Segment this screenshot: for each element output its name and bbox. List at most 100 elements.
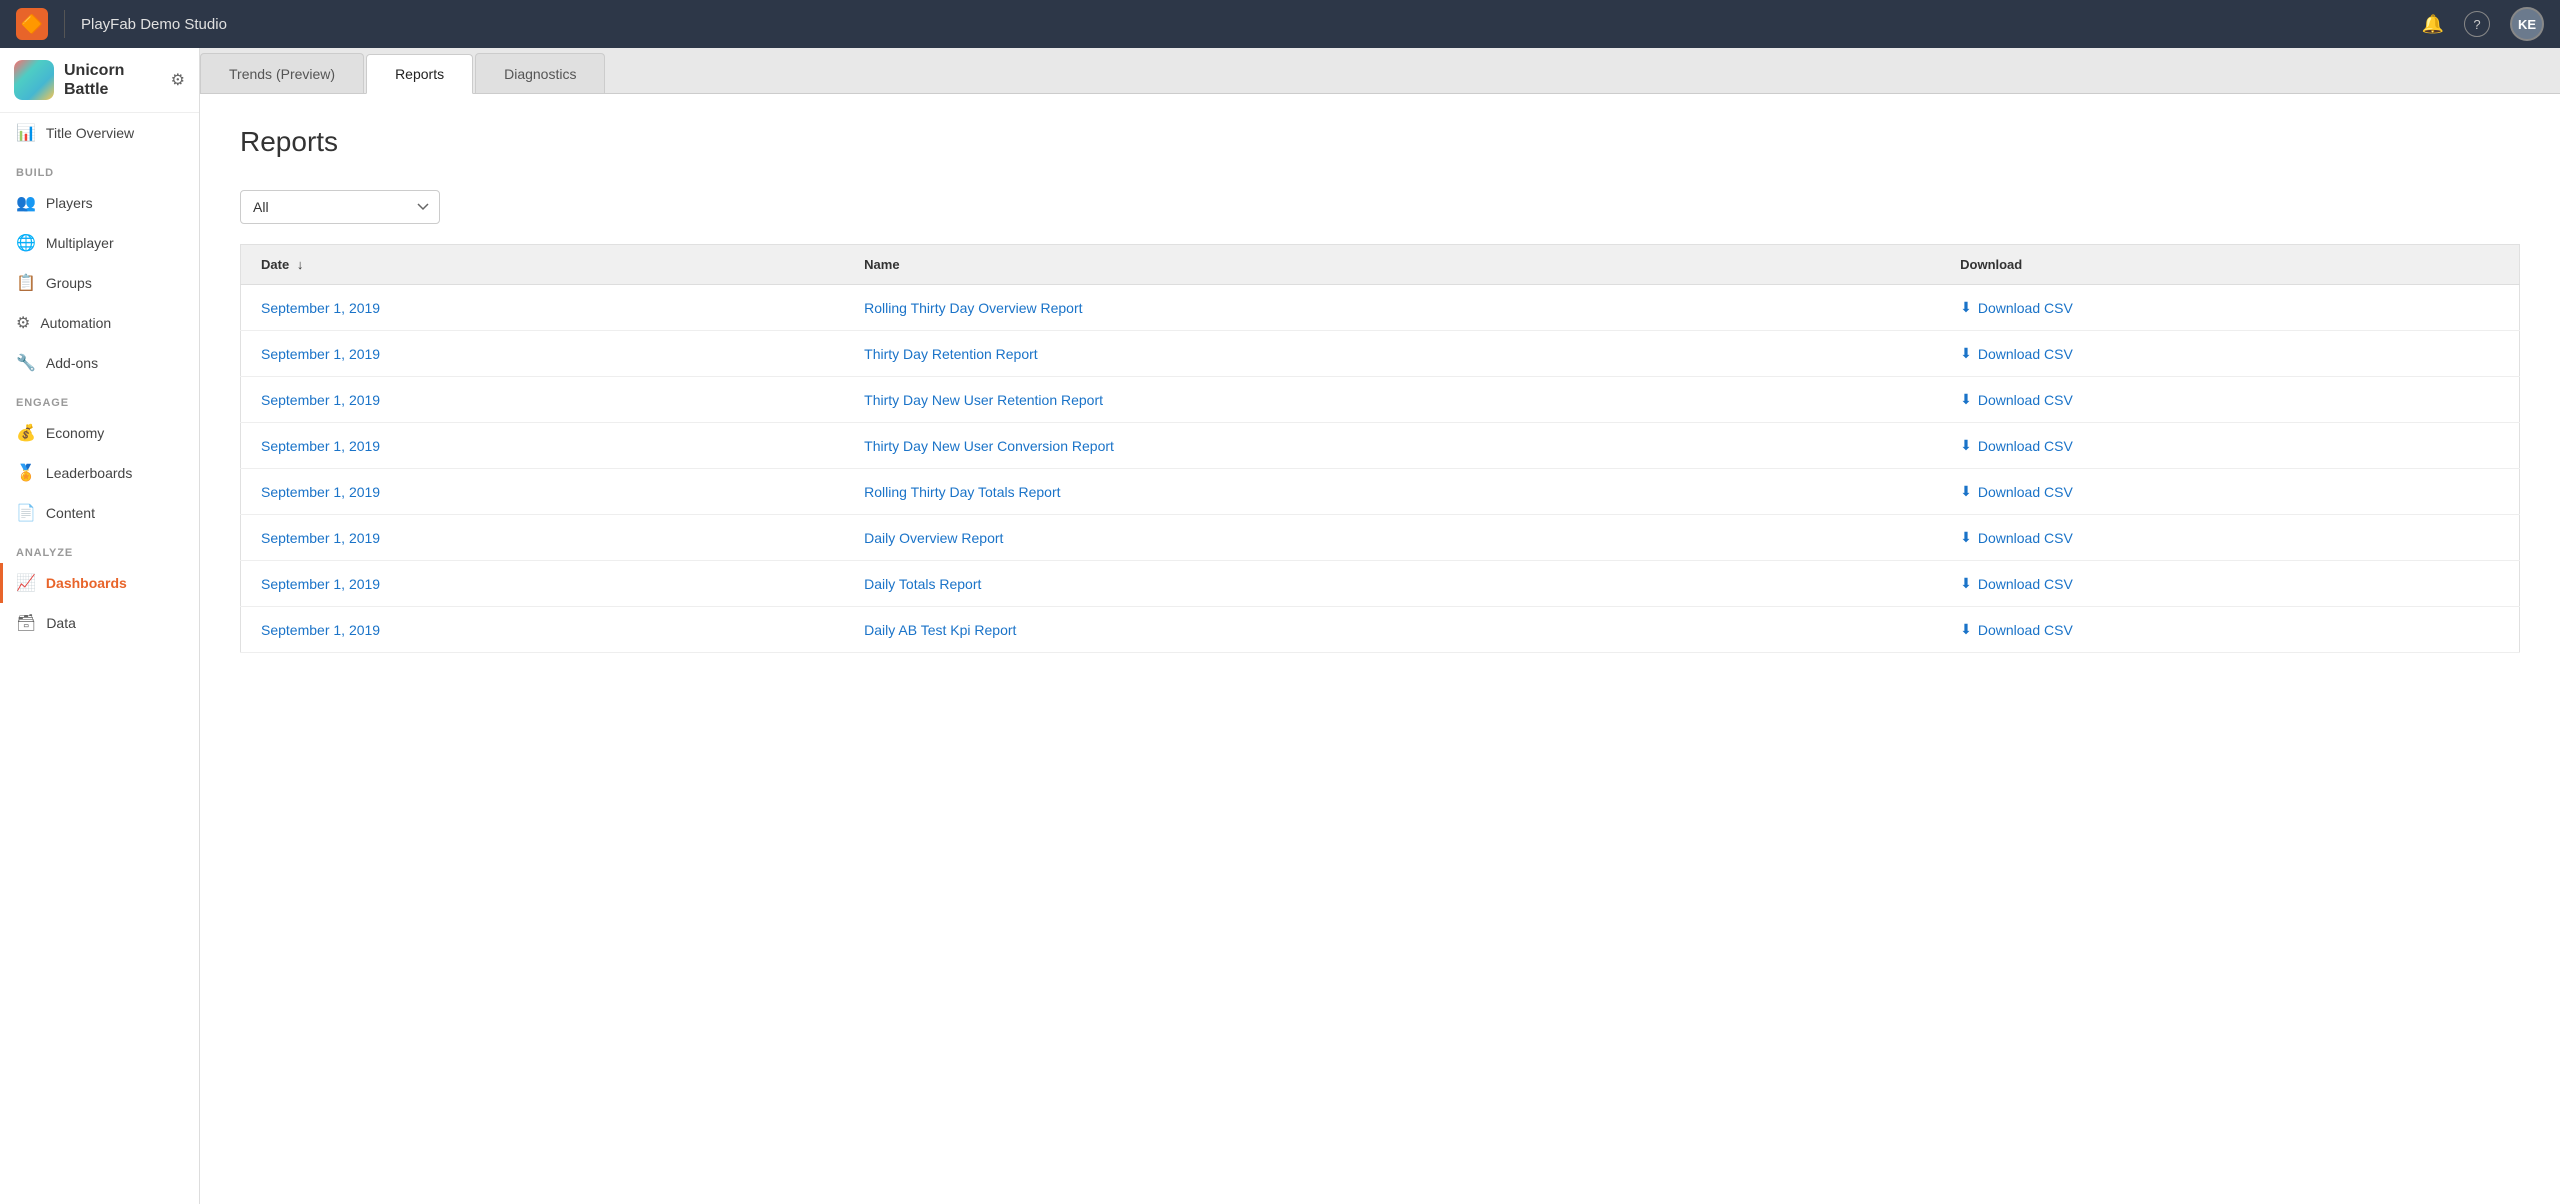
sidebar-item-data[interactable]: 🗃 Data [0, 603, 199, 643]
download-label: Download CSV [1978, 392, 2073, 408]
download-csv-link[interactable]: ⬇Download CSV [1960, 299, 2499, 316]
reports-table-body: September 1, 2019 Rolling Thirty Day Over… [241, 285, 2520, 653]
report-name-link[interactable]: Thirty Day New User Retention Report [864, 392, 1103, 408]
sidebar-item-label: Leaderboards [46, 465, 132, 481]
report-name-link[interactable]: Thirty Day New User Conversion Report [864, 438, 1114, 454]
nav-icons: 🔔 ? KE [2422, 7, 2544, 41]
studio-name: PlayFab Demo Studio [81, 16, 2410, 33]
reports-table: Date ↓ Name Download September 1, 2019 Ro… [240, 244, 2520, 653]
sidebar-item-label: Content [46, 505, 95, 521]
date-link[interactable]: September 1, 2019 [261, 530, 380, 546]
download-csv-link[interactable]: ⬇ Download CSV [1960, 391, 2499, 408]
tab-bar: Trends (Preview) Reports Diagnostics [200, 48, 2560, 94]
table-row: September 1, 2019 Thirty Day New User Ret… [241, 377, 2520, 423]
cell-name: Thirty Day Retention Report [844, 331, 1940, 377]
sidebar-item-addons[interactable]: 🔧 Add-ons [0, 343, 199, 383]
download-csv-link[interactable]: ⬇Download CSV [1960, 621, 2499, 638]
cell-name: Daily Totals Report [844, 561, 1940, 607]
cell-date: September 1, 2019 [241, 607, 845, 653]
date-link[interactable]: September 1, 2019 [261, 346, 380, 362]
cell-download: ⬇Download CSV [1940, 331, 2519, 377]
sidebar-item-automation[interactable]: ⚙ Automation [0, 303, 199, 343]
cell-name: Rolling Thirty Day Overview Report [844, 285, 1940, 331]
column-header-download: Download [1940, 245, 2519, 285]
date-link[interactable]: September 1, 2019 [261, 392, 380, 408]
tab-reports[interactable]: Reports [366, 54, 473, 94]
sidebar-item-leaderboards[interactable]: 🏅 Leaderboards [0, 453, 199, 493]
app-body: Unicorn Battle ⚙ 📊 Title Overview BUILD … [0, 48, 2560, 1204]
filter-row: All Daily Thirty Day Rolling Thirty Day [240, 190, 2520, 224]
cell-date: September 1, 2019 [241, 469, 845, 515]
sidebar-item-economy[interactable]: 💰 Economy [0, 413, 199, 453]
download-icon: ⬇ [1960, 483, 1972, 500]
help-icon[interactable]: ? [2464, 11, 2490, 37]
sidebar-item-label: Dashboards [46, 575, 127, 591]
table-header: Date ↓ Name Download [241, 245, 2520, 285]
cell-name: Daily Overview Report [844, 515, 1940, 561]
table-row: September 1, 2019 Daily Overview Report ⬇D… [241, 515, 2520, 561]
cell-download: ⬇Download CSV [1940, 423, 2519, 469]
user-avatar[interactable]: KE [2510, 7, 2544, 41]
page-content: Reports All Daily Thirty Day Rolling Thi… [200, 94, 2560, 1204]
game-icon [14, 60, 54, 100]
date-link[interactable]: September 1, 2019 [261, 438, 380, 454]
tab-diagnostics[interactable]: Diagnostics [475, 53, 605, 93]
date-link[interactable]: September 1, 2019 [261, 300, 380, 316]
report-name-link[interactable]: Daily Totals Report [864, 576, 981, 592]
cell-name: Rolling Thirty Day Totals Report [844, 469, 1940, 515]
groups-icon: 📋 [16, 273, 36, 293]
download-label: Download CSV [1978, 300, 2073, 316]
report-name-link[interactable]: Daily AB Test Kpi Report [864, 622, 1016, 638]
download-csv-link[interactable]: ⬇Download CSV [1960, 529, 2499, 546]
download-csv-link[interactable]: ⬇Download CSV [1960, 345, 2499, 362]
report-name-link[interactable]: Rolling Thirty Day Overview Report [864, 300, 1082, 316]
multiplayer-icon: 🌐 [16, 233, 36, 253]
report-name-link[interactable]: Thirty Day Retention Report [864, 346, 1038, 362]
report-name-link[interactable]: Rolling Thirty Day Totals Report [864, 484, 1060, 500]
sidebar: Unicorn Battle ⚙ 📊 Title Overview BUILD … [0, 48, 200, 1204]
download-csv-link[interactable]: ⬇Download CSV [1960, 483, 2499, 500]
download-csv-link[interactable]: ⬇Download CSV [1960, 437, 2499, 454]
leaderboards-icon: 🏅 [16, 463, 36, 483]
cell-download: ⬇Download CSV [1940, 515, 2519, 561]
filter-select[interactable]: All Daily Thirty Day Rolling Thirty Day [240, 190, 440, 224]
column-header-date[interactable]: Date ↓ [241, 245, 845, 285]
cell-download: ⬇Download CSV [1940, 607, 2519, 653]
cell-name: Thirty Day New User Retention Report [844, 377, 1940, 423]
cell-download: ⬇ Download CSV [1940, 377, 2519, 423]
sidebar-item-label: Groups [46, 275, 92, 291]
table-row: September 1, 2019 Daily Totals Report ⬇Dow… [241, 561, 2520, 607]
download-icon: ⬇ [1960, 575, 1972, 592]
download-label: Download CSV [1978, 346, 2073, 362]
notification-icon[interactable]: 🔔 [2422, 14, 2444, 35]
date-link[interactable]: September 1, 2019 [261, 576, 380, 592]
tab-trends[interactable]: Trends (Preview) [200, 53, 364, 93]
sidebar-item-title-overview[interactable]: 📊 Title Overview [0, 113, 199, 153]
date-link[interactable]: September 1, 2019 [261, 622, 380, 638]
cell-download: ⬇Download CSV [1940, 469, 2519, 515]
cell-name: Thirty Day New User Conversion Report [844, 423, 1940, 469]
sort-arrow-date: ↓ [297, 257, 304, 272]
sidebar-item-players[interactable]: 👥 Players [0, 183, 199, 223]
sidebar-item-multiplayer[interactable]: 🌐 Multiplayer [0, 223, 199, 263]
sidebar-item-label: Players [46, 195, 93, 211]
settings-icon[interactable]: ⚙ [171, 70, 185, 90]
sidebar-item-dashboards[interactable]: 📈 Dashboards [0, 563, 199, 603]
table-row: September 1, 2019 Rolling Thirty Day Over… [241, 285, 2520, 331]
download-csv-link[interactable]: ⬇Download CSV [1960, 575, 2499, 592]
sidebar-item-content[interactable]: 📄 Content [0, 493, 199, 533]
cell-download: ⬇Download CSV [1940, 561, 2519, 607]
sidebar-item-groups[interactable]: 📋 Groups [0, 263, 199, 303]
build-section-label: BUILD [0, 153, 199, 183]
date-link[interactable]: September 1, 2019 [261, 484, 380, 500]
sidebar-item-label: Add-ons [46, 355, 98, 371]
cell-date: September 1, 2019 [241, 377, 845, 423]
sidebar-item-label: Multiplayer [46, 235, 114, 251]
page-title: Reports [240, 126, 2520, 158]
download-icon: ⬇ [1960, 391, 1972, 408]
cell-date: September 1, 2019 [241, 423, 845, 469]
nav-divider [64, 10, 65, 38]
title-overview-icon: 📊 [16, 123, 36, 143]
report-name-link[interactable]: Daily Overview Report [864, 530, 1003, 546]
cell-download: ⬇Download CSV [1940, 285, 2519, 331]
